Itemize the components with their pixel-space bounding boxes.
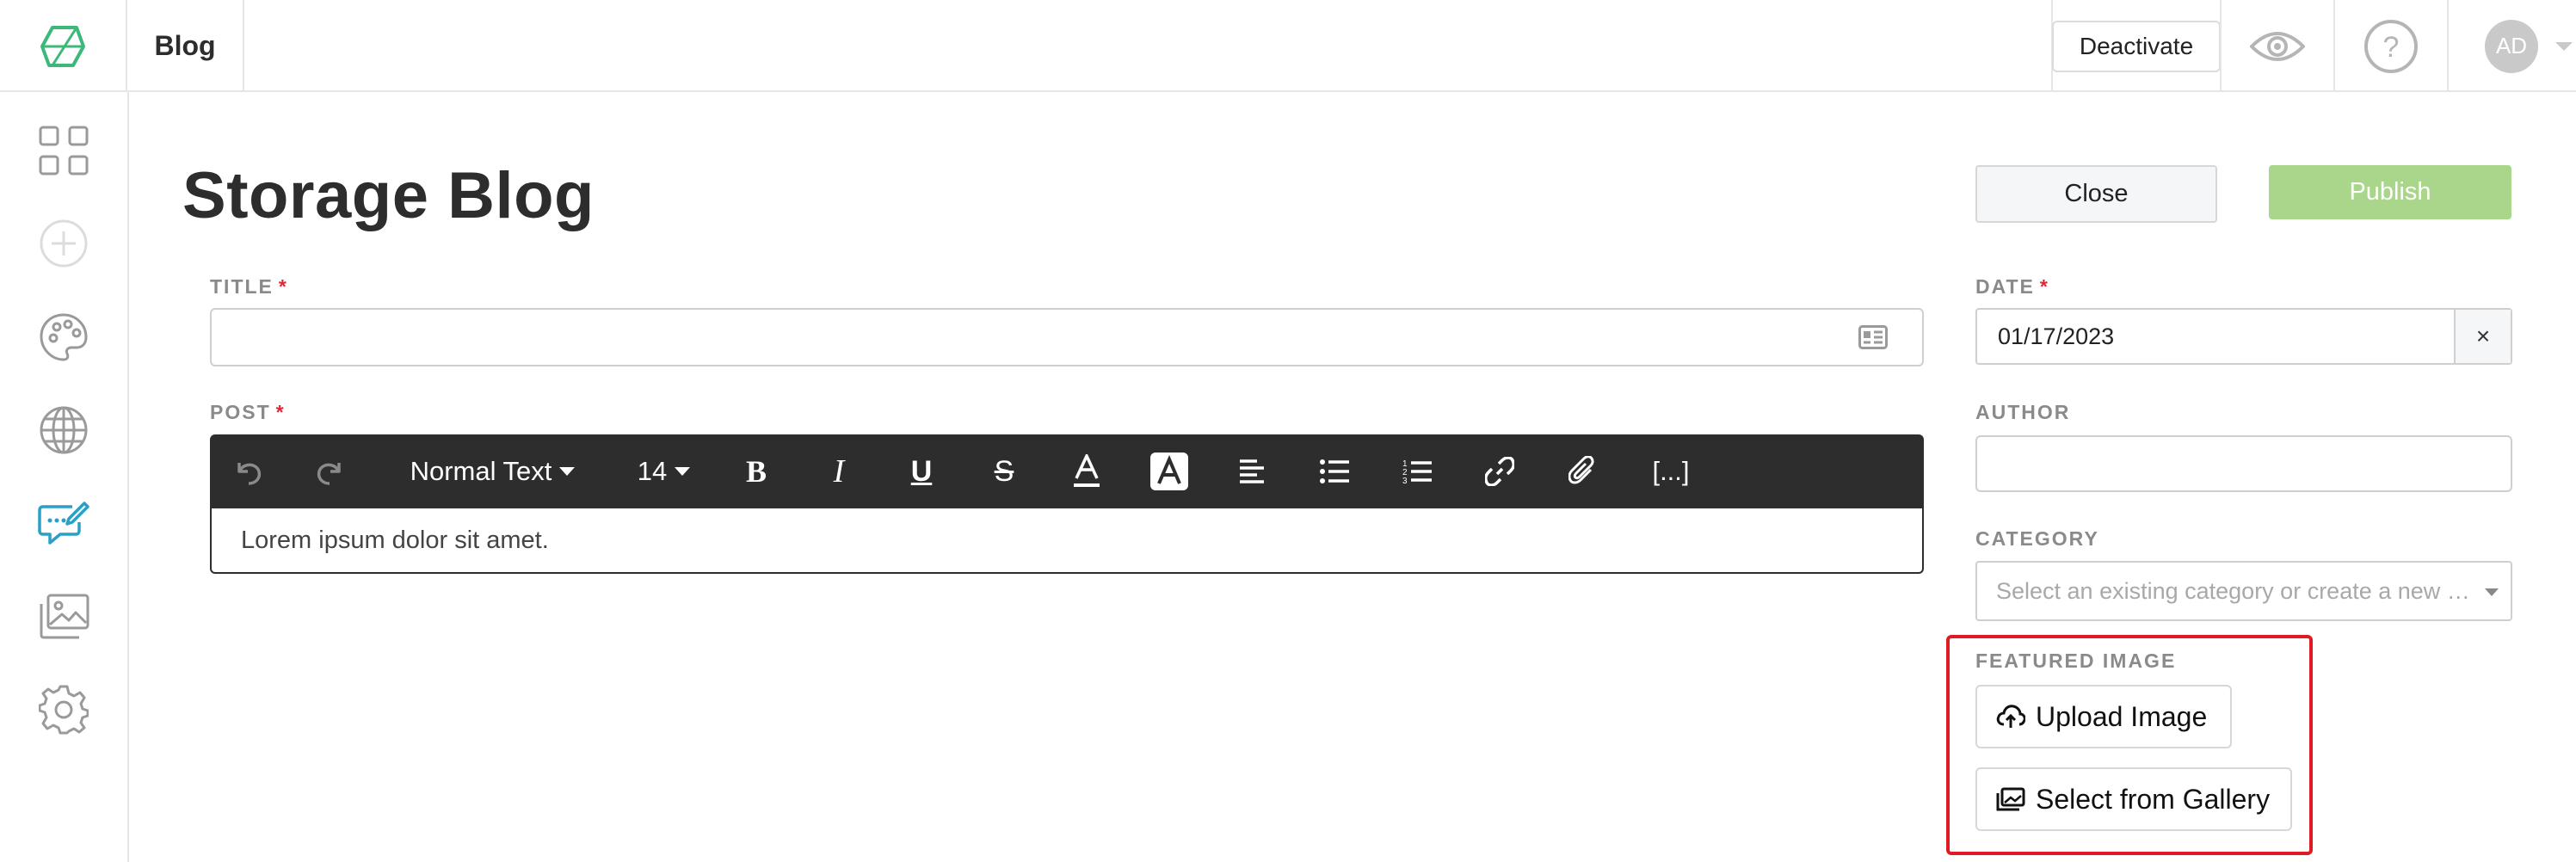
post-editor[interactable]: Lorem ipsum dolor sit amet. xyxy=(210,508,1924,574)
id-card-icon[interactable] xyxy=(1858,325,1888,349)
underline-button[interactable]: U xyxy=(900,434,943,508)
avatar[interactable]: AD xyxy=(2485,19,2538,73)
top-bar: Blog Deactivate ? AD xyxy=(0,0,2576,92)
deactivate-cell: Deactivate xyxy=(2051,0,2222,92)
required-mark: * xyxy=(2039,275,2049,298)
logo[interactable] xyxy=(0,0,127,92)
help-icon[interactable]: ? xyxy=(2363,19,2419,74)
chevron-down-icon xyxy=(2555,41,2573,51)
page-title: Storage Blog xyxy=(182,159,595,232)
strikethrough-icon: S xyxy=(994,454,1014,488)
highlight-color-icon xyxy=(1150,453,1188,490)
upload-image-label: Upload Image xyxy=(2036,700,2208,732)
redo-button[interactable] xyxy=(311,434,349,508)
featured-image-label: FEATURED IMAGE xyxy=(1975,650,2177,672)
help-cell: ? xyxy=(2333,0,2447,92)
section-title: Blog xyxy=(127,0,244,92)
date-label-text: DATE xyxy=(1975,275,2035,298)
text-style-dropdown[interactable]: Normal Text xyxy=(403,434,583,508)
date-field[interactable]: 01/17/2023 × xyxy=(1975,308,2512,365)
blog-edit-icon xyxy=(38,502,89,545)
sidebar-item-settings[interactable] xyxy=(0,667,127,753)
bold-icon: B xyxy=(745,454,767,489)
select-from-gallery-button[interactable]: Select from Gallery xyxy=(1975,767,2292,831)
eye-icon[interactable] xyxy=(2250,29,2305,64)
gear-icon xyxy=(39,685,89,735)
category-placeholder: Select an existing category or create a … xyxy=(1996,577,2470,604)
date-value: 01/17/2023 xyxy=(1998,323,2115,349)
grid-icon xyxy=(39,126,89,175)
caret-down-icon xyxy=(675,467,691,476)
plus-circle-icon xyxy=(40,219,88,268)
sidebar-item-design[interactable] xyxy=(0,294,127,380)
post-label-text: POST xyxy=(210,401,271,423)
required-mark: * xyxy=(278,275,288,298)
bold-button[interactable]: B xyxy=(735,434,778,508)
palette-icon xyxy=(40,313,88,361)
undo-button[interactable] xyxy=(229,434,267,508)
sidebar-item-add[interactable] xyxy=(0,200,127,286)
link-button[interactable] xyxy=(1478,434,1521,508)
top-right-actions: Deactivate ? AD xyxy=(2051,0,2576,92)
preview-cell xyxy=(2220,0,2333,92)
deactivate-button[interactable]: Deactivate xyxy=(2051,20,2222,72)
italic-button[interactable]: I xyxy=(817,434,860,508)
numbered-list-icon: 1 2 3 xyxy=(1402,459,1432,485)
post-label: POST * xyxy=(210,401,286,424)
upload-image-button[interactable]: Upload Image xyxy=(1975,685,2232,748)
text-color-icon xyxy=(1074,454,1100,487)
logo-icon xyxy=(40,25,85,67)
category-label: CATEGORY xyxy=(1975,527,2099,550)
publish-button[interactable]: Publish xyxy=(2269,165,2511,219)
clear-date-button[interactable]: × xyxy=(2454,310,2511,363)
chevron-down-icon xyxy=(2485,588,2499,596)
align-button[interactable] xyxy=(1230,434,1273,508)
sidebar xyxy=(0,92,129,862)
sidebar-item-domains[interactable] xyxy=(0,387,127,473)
font-size-value: 14 xyxy=(637,456,668,486)
font-size-dropdown[interactable]: 14 xyxy=(630,434,699,508)
title-label: TITLE * xyxy=(210,275,288,299)
link-icon xyxy=(1485,457,1514,486)
sidebar-item-media[interactable] xyxy=(0,573,127,659)
svg-text:?: ? xyxy=(2383,31,2400,64)
images-icon xyxy=(1996,787,2025,811)
title-input[interactable] xyxy=(210,308,1924,366)
close-button[interactable]: Close xyxy=(1975,165,2217,223)
underline-icon: U xyxy=(910,454,933,488)
text-style-value: Normal Text xyxy=(410,456,552,486)
align-left-icon xyxy=(1240,459,1264,483)
bullet-list-button[interactable] xyxy=(1313,434,1356,508)
date-label: DATE * xyxy=(1975,275,2049,299)
caret-down-icon xyxy=(559,467,576,476)
undo-icon xyxy=(237,463,262,485)
required-mark: * xyxy=(275,401,286,423)
select-from-gallery-label: Select from Gallery xyxy=(2036,783,2271,815)
bullet-list-icon xyxy=(1320,459,1349,483)
text-color-button[interactable] xyxy=(1065,434,1108,508)
category-select[interactable]: Select an existing category or create a … xyxy=(1975,561,2512,621)
author-input[interactable] xyxy=(1975,435,2512,492)
redo-icon xyxy=(317,463,341,485)
user-menu[interactable]: AD xyxy=(2447,0,2576,92)
sidebar-item-blog[interactable] xyxy=(0,480,127,566)
italic-icon: I xyxy=(833,453,845,489)
globe-icon xyxy=(40,406,88,454)
author-label: AUTHOR xyxy=(1975,401,2071,423)
editor-toolbar: Normal Text 14 B I U S 1 2 3 [...] xyxy=(210,434,1924,508)
title-label-text: TITLE xyxy=(210,275,274,298)
highlight-color-button[interactable] xyxy=(1148,434,1191,508)
cloud-upload-icon xyxy=(1996,705,2025,728)
sidebar-item-dashboard[interactable] xyxy=(0,108,127,194)
svg-text:3: 3 xyxy=(1402,477,1408,485)
images-icon xyxy=(40,594,89,639)
paperclip-icon xyxy=(1568,456,1594,484)
more-button[interactable]: [...] xyxy=(1643,434,1698,508)
more-label: [...] xyxy=(1652,456,1690,486)
strikethrough-button[interactable]: S xyxy=(983,434,1026,508)
numbered-list-button[interactable]: 1 2 3 xyxy=(1396,434,1439,508)
attachment-button[interactable] xyxy=(1561,434,1604,508)
